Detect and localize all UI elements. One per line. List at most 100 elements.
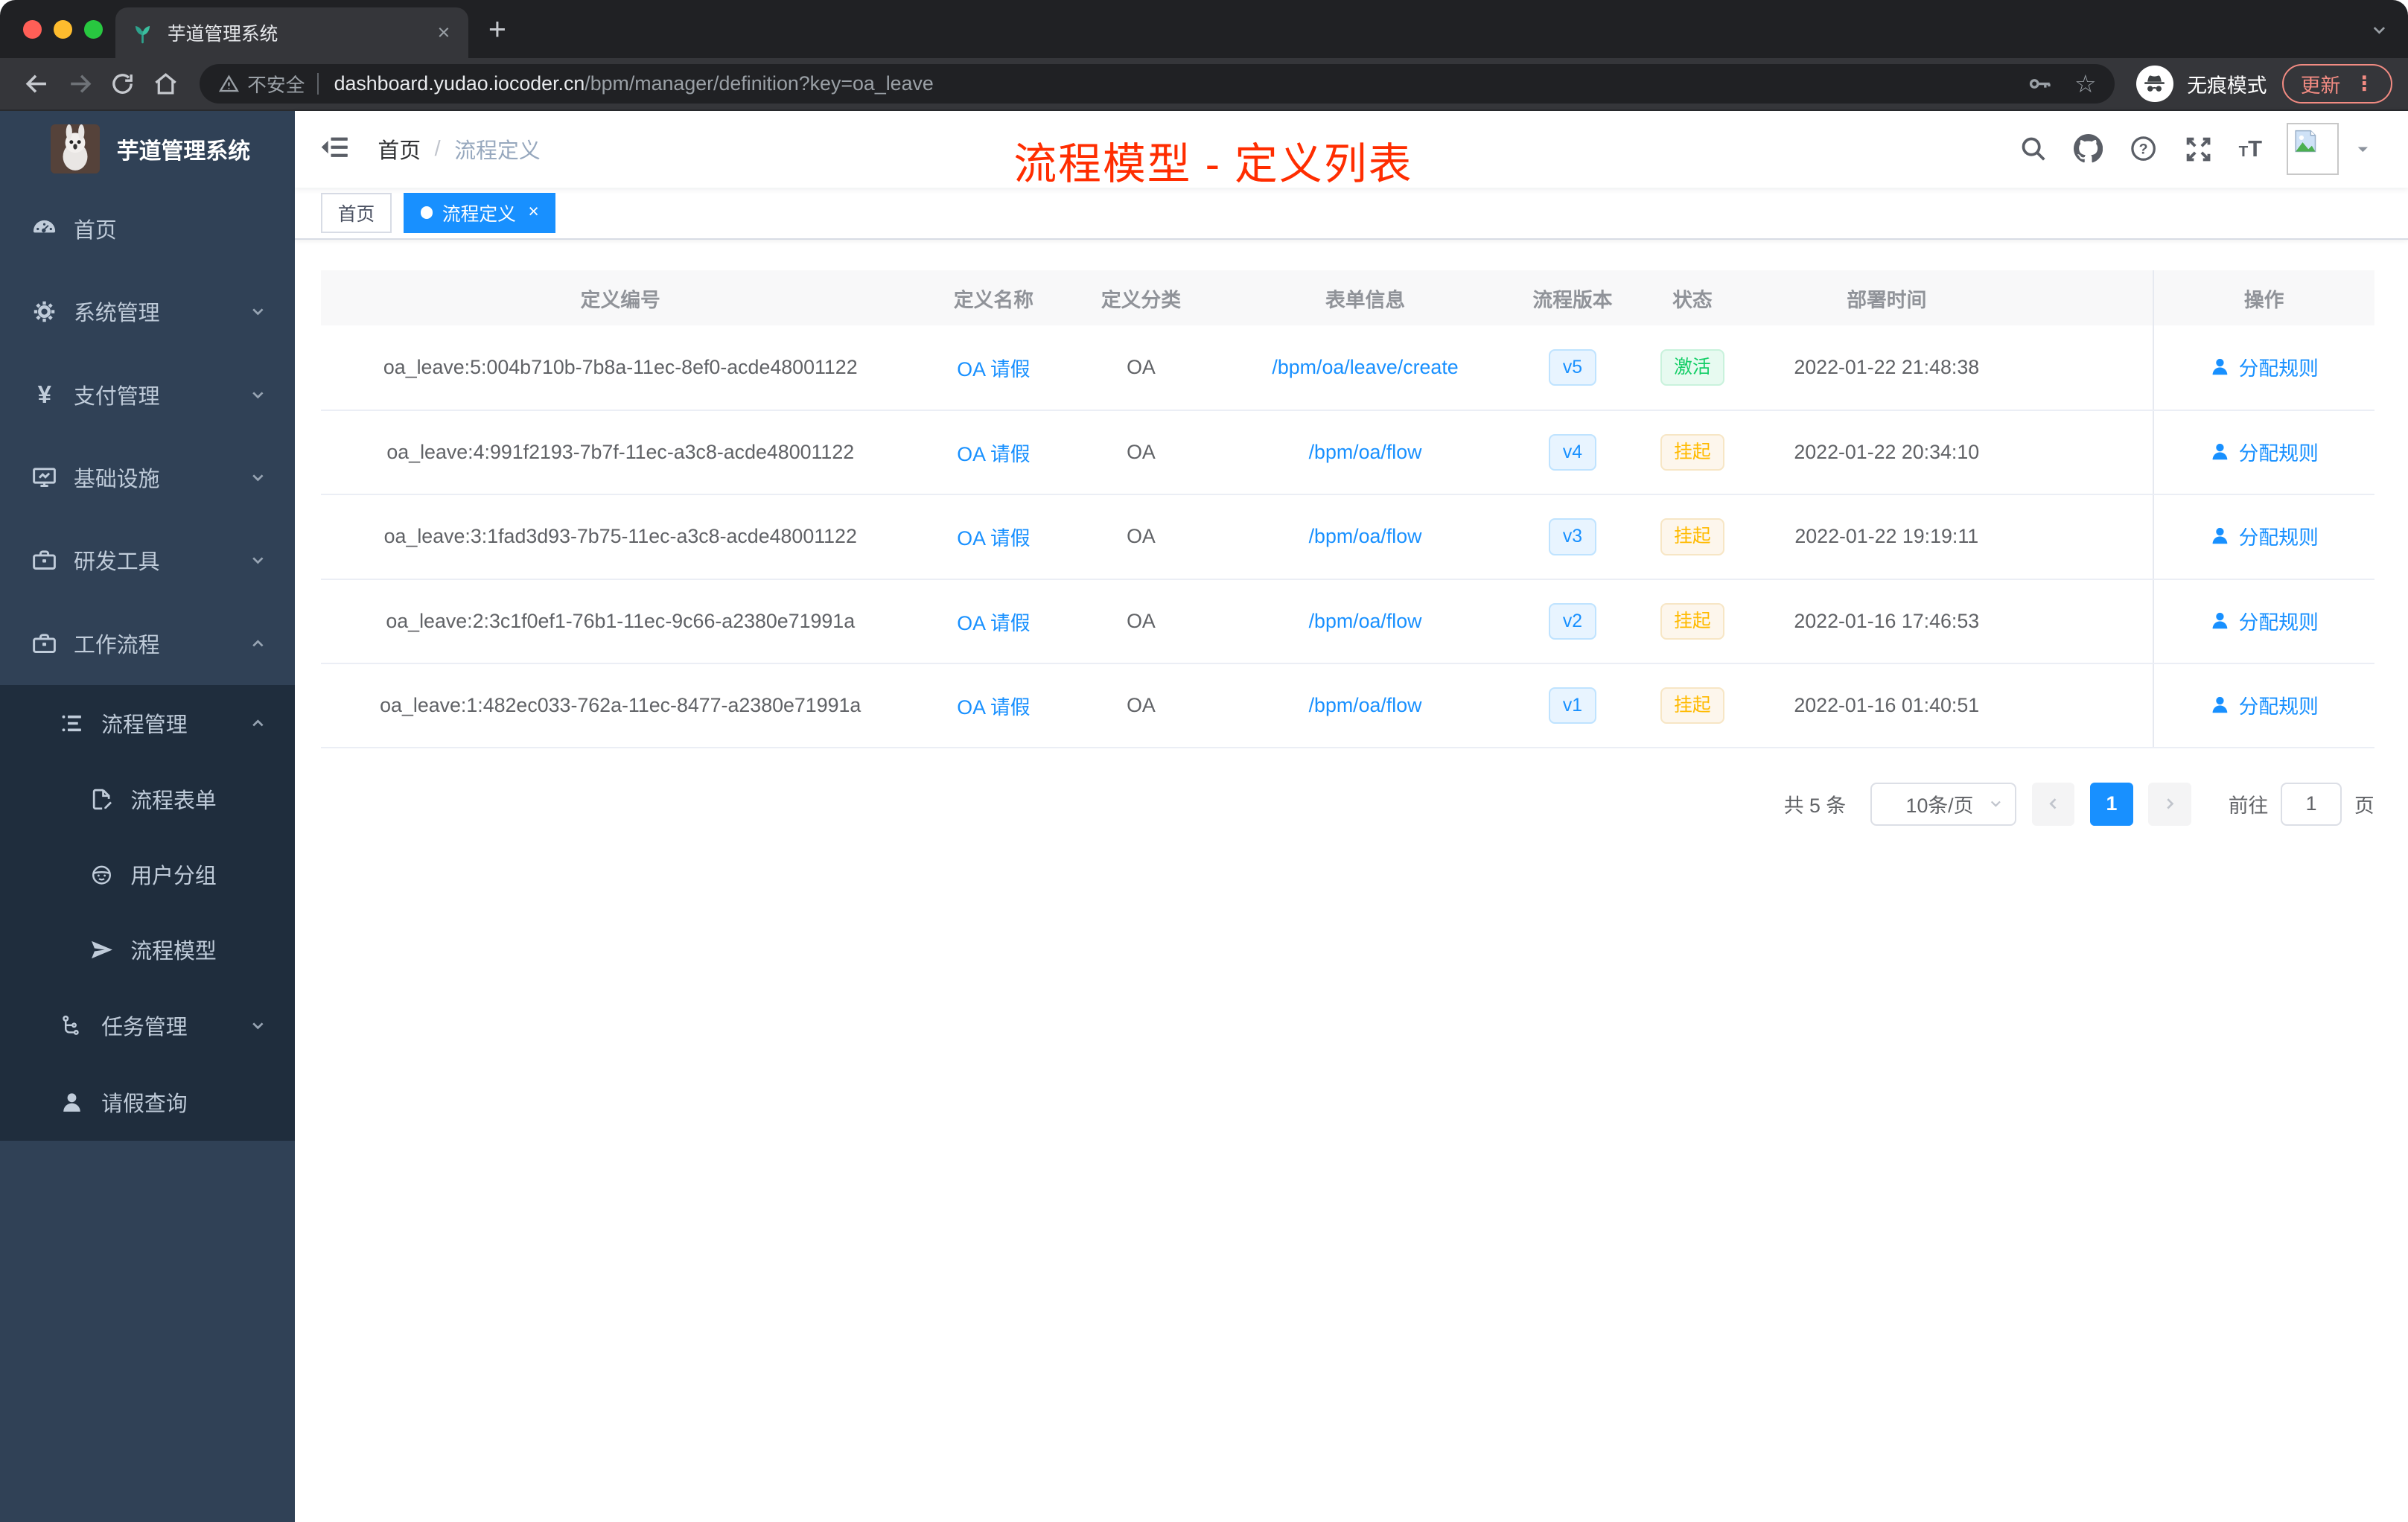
tab-close-icon[interactable]: × [434,21,453,45]
tag-close-icon[interactable]: × [528,203,538,222]
goto-page-input[interactable] [2280,782,2342,826]
app-main: 芋道管理系统 首页 系统管理 ¥ 支付管理 基础设施 研发工具 工作流程 流程管… [0,110,2408,1522]
update-label[interactable]: 更新 [2301,69,2341,98]
incognito-label: 无痕模式 [2187,74,2267,97]
sidebar-item-label: 请假查询 [101,1092,188,1117]
form-link[interactable]: /bpm/oa/leave/create [1272,356,1458,378]
list-icon [58,710,86,737]
sidebar-item-label: 任务管理 [101,1016,188,1040]
pagination: 共 5 条 10条/页 1 前往 1 页 [321,782,2374,826]
tag-process-definition[interactable]: 流程定义 × [404,192,556,233]
sidebar-item-task-mgmt[interactable]: 任务管理 [0,987,295,1064]
assign-rule-button[interactable]: 分配规则 [2209,352,2319,381]
sidebar-item-label: 研发工具 [74,550,160,575]
assign-rule-button[interactable]: 分配规则 [2209,437,2319,466]
sidebar-item-process-mgmt[interactable]: 流程管理 [0,685,295,762]
definition-name-link[interactable]: OA 请假 [957,612,1030,634]
bookmark-star-icon[interactable]: ☆ [2074,69,2097,98]
status-badge: 挂起 [1660,433,1725,471]
assign-rule-button[interactable]: 分配规则 [2209,521,2319,550]
col-definition-category: 定义分类 [1067,270,1215,326]
deploy-time: 2022-01-22 21:48:38 [1755,325,2019,411]
definition-id: oa_leave:5:004b710b-7b8a-11ec-8ef0-acde4… [321,325,920,411]
update-button[interactable]: 更新 ⋮ [2282,63,2393,104]
security-label[interactable]: 不安全 [247,70,305,98]
form-link[interactable]: /bpm/oa/flow [1309,694,1422,716]
chevron-down-icon [249,551,267,570]
navbar-actions: ? TT [2018,123,2372,176]
avatar-caret-icon[interactable] [2354,141,2372,158]
tab-search-chevron-icon[interactable] [2369,20,2389,40]
page-unit-label: 页 [2354,795,2374,818]
close-window-button[interactable] [22,19,42,39]
workflow-submenu: 流程管理 流程表单 用户分组 流程模型 任务管理 请假查询 [0,684,295,1142]
definition-name-link[interactable]: OA 请假 [957,443,1030,465]
minimize-window-button[interactable] [54,19,72,39]
help-icon[interactable]: ? [2128,133,2159,164]
zoom-window-button[interactable] [84,19,103,39]
avatar[interactable] [2287,123,2339,176]
incognito-icon [2136,65,2173,103]
github-icon[interactable] [2073,133,2103,164]
assign-rule-button[interactable]: 分配规则 [2209,690,2319,719]
table-row: oa_leave:5:004b710b-7b8a-11ec-8ef0-acde4… [321,325,2374,411]
sidebar-item-payment[interactable]: ¥ 支付管理 [0,353,295,436]
fullscreen-icon[interactable] [2183,133,2214,164]
version-badge: v1 [1549,687,1596,725]
next-page-button[interactable] [2148,782,2192,826]
reload-icon[interactable] [101,63,144,106]
browser-menu-dots-icon[interactable]: ⋮ [2354,72,2374,95]
back-icon[interactable] [16,63,59,106]
prev-page-button[interactable] [2031,782,2075,826]
top-navbar: 首页 / 流程定义 流程模型 - 定义列表 ? TT [295,110,2408,189]
version-badge: v4 [1549,433,1596,471]
gear-icon [31,298,58,325]
sidebar-item-process-form[interactable]: 流程表单 [0,762,295,837]
sidebar-item-user-group[interactable]: 用户分组 [0,837,295,912]
annotation-title: 流程模型 - 定义列表 [1013,141,1413,189]
sidebar-item-infra[interactable]: 基础设施 [0,436,295,519]
user-icon [2209,610,2231,631]
definition-name-link[interactable]: OA 请假 [957,696,1030,719]
definition-table: 定义编号 定义名称 定义分类 表单信息 流程版本 状态 部署时间 操作 oa_l… [321,270,2374,749]
key-icon[interactable] [2027,71,2053,97]
font-size-icon[interactable]: TT [2239,137,2262,161]
content-area: 首页 / 流程定义 流程模型 - 定义列表 ? TT 首页 流程定义 × 定义编… [295,110,2408,1522]
form-link[interactable]: /bpm/oa/flow [1309,525,1422,547]
browser-toolbar: 不安全 dashboard.yudao.iocoder.cn /bpm/mana… [0,58,2408,111]
new-tab-button[interactable]: + [488,12,506,46]
home-icon[interactable] [144,63,188,106]
current-page-button[interactable]: 1 [2090,782,2133,826]
user-icon [58,1089,86,1116]
browser-tab[interactable]: 芋道管理系统 × [115,7,469,59]
definition-name-link[interactable]: OA 请假 [957,358,1030,380]
definition-name-link[interactable]: OA 请假 [957,527,1030,550]
sidebar-item-workflow[interactable]: 工作流程 [0,602,295,685]
sidebar-item-devtools[interactable]: 研发工具 [0,519,295,602]
chevron-up-icon [249,714,267,733]
address-bar[interactable]: 不安全 dashboard.yudao.iocoder.cn /bpm/mana… [200,63,2115,104]
sidebar-collapse-icon[interactable] [319,132,353,165]
deploy-time: 2022-01-22 20:34:10 [1755,410,2019,496]
page-body: 定义编号 定义名称 定义分类 表单信息 流程版本 状态 部署时间 操作 oa_l… [295,239,2408,1522]
security-warning-icon[interactable] [218,73,240,95]
definition-category: OA [1067,494,1215,580]
form-link[interactable]: /bpm/oa/flow [1309,441,1422,463]
sidebar-item-leave-query[interactable]: 请假查询 [0,1064,295,1141]
status-badge: 挂起 [1660,687,1725,725]
sidebar-item-system[interactable]: 系统管理 [0,270,295,353]
sidebar-item-process-model[interactable]: 流程模型 [0,912,295,987]
tag-home[interactable]: 首页 [321,192,392,233]
assign-rule-button[interactable]: 分配规则 [2209,606,2319,635]
form-link[interactable]: /bpm/oa/flow [1309,610,1422,632]
page-size-select[interactable]: 10条/页 [1870,782,2017,826]
forward-icon[interactable] [58,63,101,106]
sidebar-menu: 首页 系统管理 ¥ 支付管理 基础设施 研发工具 工作流程 流程管理 流程表单 … [0,188,295,1142]
sidebar-logo[interactable]: 芋道管理系统 [0,111,295,188]
breadcrumb-home[interactable]: 首页 [378,134,421,165]
sidebar-item-home[interactable]: 首页 [0,188,295,270]
sidebar-item-label: 用户分组 [130,865,217,889]
active-dot-icon [420,206,433,219]
search-icon[interactable] [2018,133,2048,164]
table-row: oa_leave:3:1fad3d93-7b75-11ec-a3c8-acde4… [321,494,2374,580]
